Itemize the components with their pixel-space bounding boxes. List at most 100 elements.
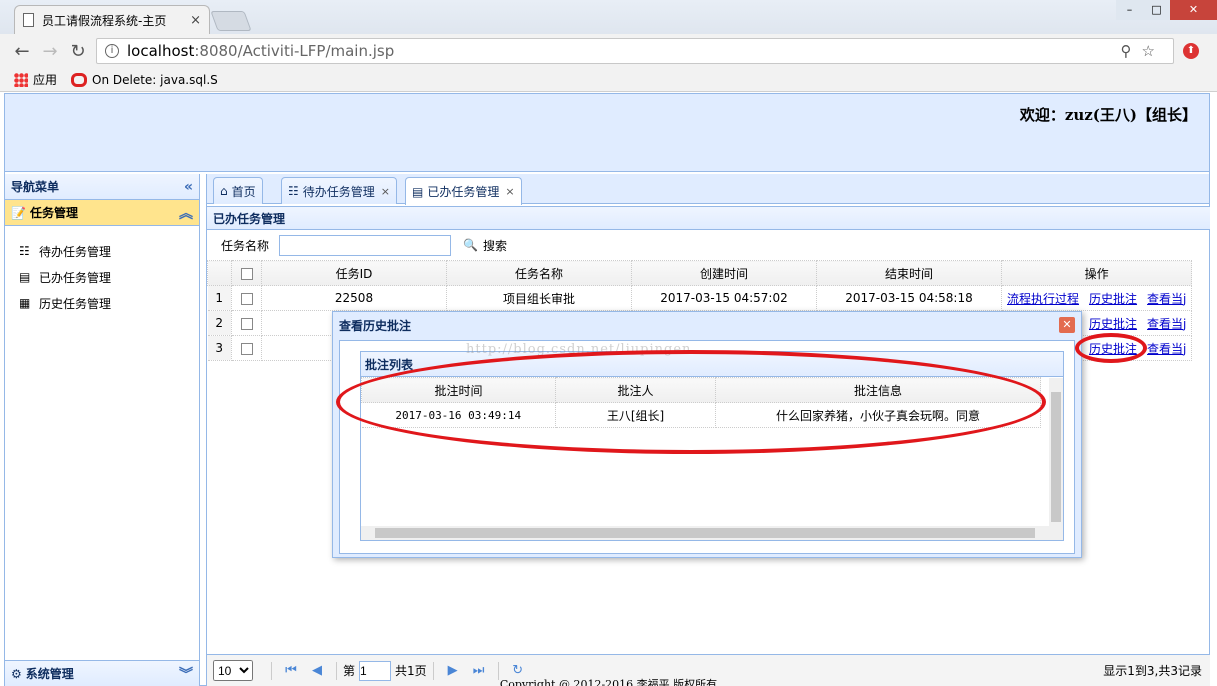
view-current-link[interactable]: 查看当j (1147, 292, 1186, 306)
copyright-footer: Copyright @ 2012-2016 李福平 版权所有 (499, 678, 718, 686)
task-id-cell: 22508 (261, 285, 447, 311)
collapse-left-icon[interactable]: « (184, 179, 193, 195)
browser-toolbar: ← → ↻ i localhost:8080/Activiti-LFP/main… (0, 34, 1217, 68)
url-path: :8080/Activiti-LFP/main.jsp (194, 42, 395, 60)
scroll-thumb[interactable] (375, 528, 1035, 538)
menu-item-done[interactable]: ▤ 已办任务管理 (19, 264, 199, 290)
menu-item-history[interactable]: ▦ 历史任务管理 (19, 290, 199, 316)
grid-header-row: 任务ID 任务名称 创建时间 结束时间 操作 (207, 260, 1193, 286)
edit-icon: 📝 (11, 205, 26, 220)
tab-todo[interactable]: ☷ 待办任务管理 × (281, 177, 397, 204)
key-icon[interactable]: ⚲ (1121, 42, 1142, 60)
accordion-title: 任务管理 (29, 206, 78, 220)
browser-tab[interactable]: 员工请假流程系统-主页 × (14, 5, 210, 34)
address-bar[interactable]: i localhost:8080/Activiti-LFP/main.jsp ⚲… (96, 38, 1174, 64)
table-row[interactable]: 2017-03-16 03:49:14 王八[组长] 什么回家养猪，小伙子真会玩… (361, 402, 1041, 428)
tab-close-icon[interactable]: × (505, 185, 514, 198)
menu-item-todo[interactable]: ☷ 待办任务管理 (19, 238, 199, 264)
tab-home[interactable]: ⌂ 首页 (213, 177, 263, 204)
todo-list-icon: ☷ (19, 244, 30, 258)
nav-panel-title: 导航菜单 (11, 180, 60, 194)
task-menu-tree: ☷ 待办任务管理 ▤ 已办任务管理 ▦ 历史任务管理 (5, 226, 199, 316)
accordion-task-management[interactable]: 📝 任务管理 ︽ (5, 200, 199, 226)
column-header: 操作 (1000, 260, 1193, 286)
back-arrow-icon[interactable]: ← (8, 41, 36, 62)
browser-tabstrip: 员工请假流程系统-主页 × – □ ✕ (0, 0, 1217, 34)
dialog-close-icon[interactable]: ✕ (1059, 317, 1075, 333)
tab-close-icon[interactable]: × (381, 185, 390, 198)
table-row[interactable]: 1 22508 项目组长审批 2017-03-15 04:57:02 2017-… (207, 285, 1193, 311)
browser-tab-close-icon[interactable]: × (190, 13, 201, 28)
omnibox-icons: ⚲☆ (1121, 42, 1165, 60)
minimize-icon[interactable]: – (1116, 0, 1143, 20)
dialog-header[interactable]: 查看历史批注 ✕ (333, 312, 1081, 338)
created-time-cell: 2017-03-15 04:57:02 (631, 285, 817, 311)
row-number: 3 (207, 335, 232, 361)
row-checkbox[interactable] (240, 342, 253, 355)
tab-done[interactable]: ▤ 已办任务管理 × (405, 177, 522, 205)
done-doc-icon: ▤ (19, 270, 31, 284)
menu-item-label: 待办任务管理 (39, 244, 112, 259)
search-label: 任务名称 (221, 238, 270, 253)
row-checkbox-cell[interactable] (231, 285, 262, 311)
history-comments-link[interactable]: 历史批注 (1089, 342, 1137, 356)
collapse-up-icon[interactable]: ︽ (179, 203, 193, 223)
column-header[interactable]: 结束时间 (816, 260, 1002, 286)
bookmark-on-delete[interactable]: On Delete: java.sql.S (71, 72, 218, 87)
oracle-icon (71, 72, 88, 87)
nav-panel-header: 导航菜单 « (5, 174, 199, 200)
info-icon[interactable]: i (105, 44, 119, 58)
bookmarks-bar: 应用 On Delete: java.sql.S (0, 68, 1217, 92)
comments-panel: 批注列表 批注时间 批注人 批注信息 2017-03-16 03:49:14 王… (360, 351, 1064, 541)
grid-title: 已办任务管理 (207, 206, 1210, 230)
todo-list-icon: ☷ (288, 184, 299, 198)
bookmark-apps[interactable]: 应用 (14, 71, 57, 88)
reload-icon[interactable]: ↻ (64, 41, 92, 62)
welcome-text: 欢迎：zuz(王八)【组长】 (1019, 106, 1197, 124)
column-header[interactable]: 批注人 (555, 377, 716, 403)
row-number: 2 (207, 310, 232, 336)
select-all-checkbox-cell[interactable] (231, 260, 262, 286)
row-checkbox-cell[interactable] (231, 310, 262, 336)
actions-cell: 流程执行过程 历史批注 查看当j (1001, 285, 1193, 311)
select-all-checkbox[interactable] (240, 267, 253, 280)
view-current-link[interactable]: 查看当j (1147, 317, 1186, 331)
bookmark-label: 应用 (33, 73, 58, 87)
task-name-search-input[interactable] (279, 234, 452, 256)
flow-process-link[interactable]: 流程执行过程 (1007, 292, 1079, 306)
url-host: localhost (127, 42, 195, 60)
column-header[interactable]: 批注时间 (361, 377, 556, 403)
horizontal-scrollbar[interactable] (361, 526, 1051, 540)
comment-message-cell: 什么回家养猪，小伙子真会玩啊。同意 (715, 402, 1041, 428)
search-toolbar: 任务名称 🔍 搜索 (207, 231, 1210, 259)
window-close-icon[interactable]: ✕ (1170, 0, 1217, 20)
app-header: 欢迎：zuz(王八)【组长】 (5, 94, 1209, 172)
history-comments-link[interactable]: 历史批注 (1089, 292, 1137, 306)
history-comments-link[interactable]: 历史批注 (1089, 317, 1137, 331)
column-header[interactable]: 创建时间 (631, 260, 817, 286)
row-checkbox[interactable] (240, 317, 253, 330)
row-checkbox-cell[interactable] (231, 335, 262, 361)
content-tabs: ⌂ 首页 ☷ 待办任务管理 × ▤ 已办任务管理 × (207, 174, 1209, 205)
maximize-icon[interactable]: □ (1143, 0, 1170, 20)
extension-icon[interactable]: ⬆ (1183, 43, 1199, 59)
row-checkbox[interactable] (240, 292, 253, 305)
star-icon[interactable]: ☆ (1142, 42, 1165, 60)
tab-label: 首页 (231, 184, 256, 199)
menu-item-label: 已办任务管理 (39, 270, 112, 285)
comments-datagrid: 批注时间 批注人 批注信息 2017-03-16 03:49:14 王八[组长]… (361, 377, 1041, 428)
forward-arrow-icon[interactable]: → (36, 41, 64, 62)
rownum-header (207, 260, 232, 286)
tab-label: 已办任务管理 (427, 185, 500, 199)
search-button[interactable]: 🔍 搜索 (463, 237, 507, 254)
column-header[interactable]: 批注信息 (715, 377, 1041, 403)
comments-header-row: 批注时间 批注人 批注信息 (361, 377, 1041, 403)
scroll-thumb[interactable] (1051, 392, 1061, 522)
column-header[interactable]: 任务ID (261, 260, 447, 286)
new-tab-button[interactable] (210, 11, 252, 31)
vertical-scrollbar[interactable] (1049, 378, 1063, 540)
column-header[interactable]: 任务名称 (446, 260, 632, 286)
browser-tab-title: 员工请假流程系统-主页 (42, 13, 167, 28)
blog-watermark: http://blog.csdn.net/liupingen (466, 342, 692, 357)
view-current-link[interactable]: 查看当j (1147, 342, 1186, 356)
